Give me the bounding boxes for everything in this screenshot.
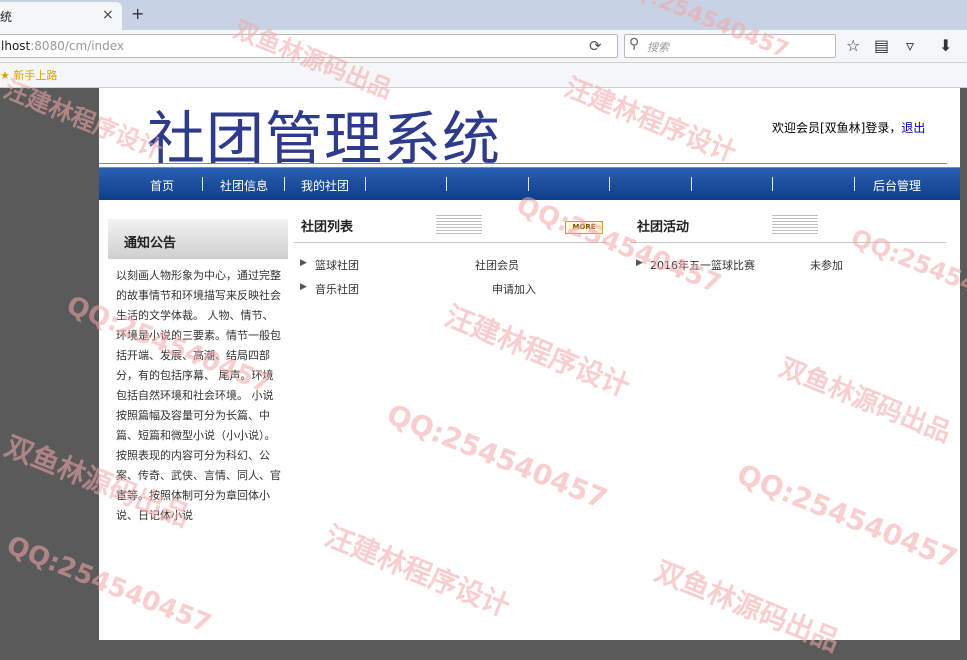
close-tab-icon[interactable]: ×	[102, 7, 114, 23]
activity-status: 未参加	[810, 259, 843, 272]
library-icon[interactable]: ▤	[874, 36, 889, 55]
menu-separator	[365, 177, 366, 191]
logout-link[interactable]: 退出	[901, 121, 925, 135]
bookmark-star-icon[interactable]: ☆	[846, 36, 860, 55]
notice-body: 以刻画人物形象为中心，通过完整的故事情节和环境描写来反映社会生活的文学体裁。 人…	[116, 269, 281, 522]
menu-separator	[284, 177, 285, 191]
join-club-link[interactable]: 申请加入	[492, 281, 536, 297]
menu-separator	[772, 177, 773, 191]
notice-title: 通知公告	[124, 236, 177, 251]
club-name[interactable]: 音乐社团	[315, 281, 359, 297]
menu-separator	[202, 177, 203, 191]
bullet-icon: ▶	[300, 282, 307, 292]
bookmarks-toolbar: ★ 新手上路	[0, 63, 967, 88]
search-placeholder: 搜索	[647, 41, 669, 54]
pocket-icon[interactable]: ▿	[906, 36, 914, 55]
welcome-message: 欢迎会员[双鱼林]登录，退出	[772, 121, 926, 135]
club-list-divider	[294, 242, 606, 243]
menu-separator	[446, 177, 447, 191]
notice-header: 通知公告	[108, 219, 288, 259]
web-page: 社团管理系统 欢迎会员[双鱼林]登录，退出 首页 社团信息 我的社团 后台管理 …	[99, 88, 960, 640]
activities-title: 社团活动	[637, 220, 690, 235]
tab-bar: 统 × +	[0, 0, 967, 30]
url-text: lhost:8080/cm/index	[1, 39, 125, 53]
menu-item-my-clubs[interactable]: 我的社团	[301, 177, 349, 194]
search-box[interactable]: ⚲ 搜索	[624, 34, 836, 58]
menu-separator	[528, 177, 529, 191]
new-tab-icon[interactable]: +	[131, 4, 144, 23]
search-icon: ⚲	[629, 36, 640, 52]
bullet-icon: ▶	[300, 258, 307, 268]
bullet-icon: ▶	[636, 258, 643, 268]
browser-tab[interactable]: 统 ×	[0, 2, 122, 30]
bookmark-getting-started[interactable]: ★ 新手上路	[0, 67, 57, 83]
club-status: 社团会员	[475, 259, 519, 272]
menu-separator	[854, 177, 855, 191]
url-bar[interactable]: lhost:8080/cm/index ⟳	[0, 34, 618, 58]
navigation-toolbar: lhost:8080/cm/index ⟳ ⚲ 搜索 ☆ ▤ ▿ ⬇	[0, 30, 967, 63]
download-icon[interactable]: ⬇	[939, 36, 952, 55]
club-list-decoration	[436, 215, 482, 235]
tab-title: 统	[0, 10, 13, 24]
menu-separator	[609, 177, 610, 191]
more-button[interactable]: MORE	[565, 221, 603, 234]
club-list-title: 社团列表	[301, 220, 354, 235]
reload-icon[interactable]: ⟳	[589, 37, 602, 55]
menu-item-club-info[interactable]: 社团信息	[220, 177, 268, 194]
activities-divider	[630, 242, 946, 243]
menu-item-admin[interactable]: 后台管理	[873, 177, 921, 194]
menu-separator	[691, 177, 692, 191]
activity-name[interactable]: 2016年五一篮球比赛	[650, 257, 755, 273]
main-menu: 首页 社团信息 我的社团 后台管理	[99, 167, 960, 200]
header-divider	[99, 163, 947, 164]
club-name[interactable]: 篮球社团	[315, 257, 359, 273]
bookmark-icon: ★	[0, 69, 10, 82]
activities-decoration	[772, 215, 818, 235]
menu-item-home[interactable]: 首页	[150, 177, 174, 194]
